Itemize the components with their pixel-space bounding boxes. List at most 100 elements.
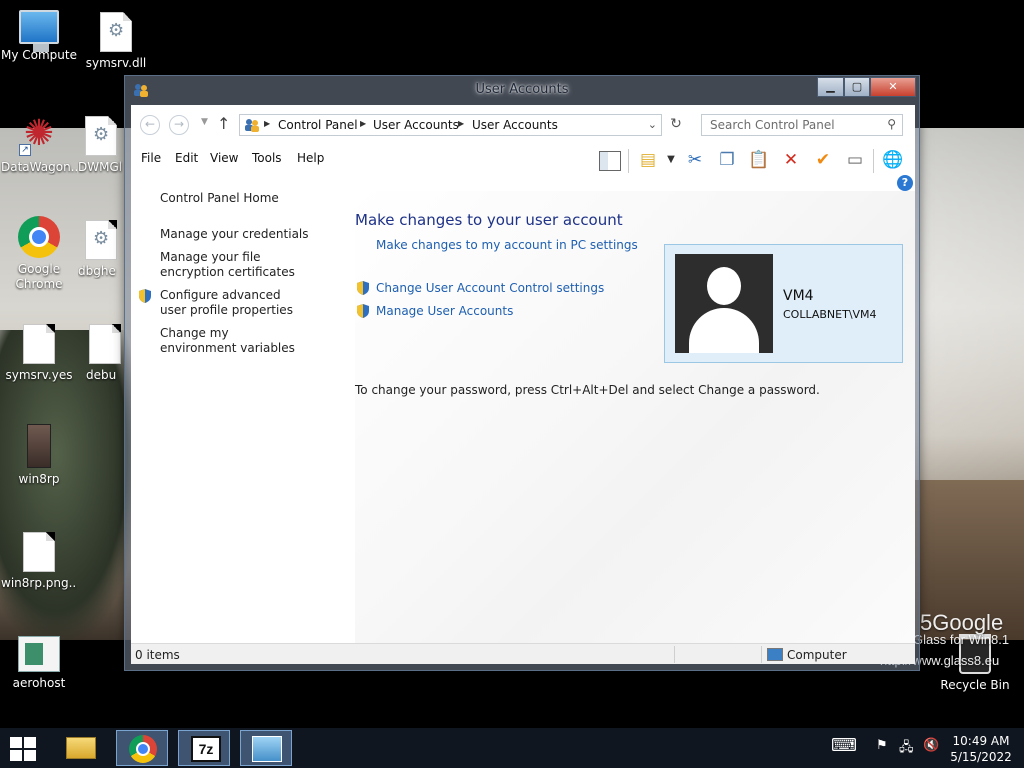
manage-credentials-link[interactable]: Manage your credentials: [160, 227, 340, 242]
page-title: Make changes to your user account: [355, 211, 623, 229]
layout-pane-button[interactable]: [599, 151, 621, 171]
taskbar: 7z ⌨ ⚑ 🖧 🔇 10:49 AM 5/15/2022: [0, 728, 1024, 768]
executable-icon: [27, 424, 51, 468]
desktop-icon-label: Recycle Bin: [940, 678, 1010, 692]
cut-icon[interactable]: ✂: [683, 149, 707, 173]
dll-file-icon: [100, 12, 132, 52]
back-button[interactable]: ←: [140, 115, 160, 135]
taskbar-control-panel[interactable]: [240, 730, 292, 766]
chevron-down-icon[interactable]: ⌄: [648, 118, 657, 131]
clock-time: 10:49 AM: [952, 734, 1010, 748]
desktop-icon-label: debu: [86, 368, 117, 382]
file-explorer-icon: [66, 737, 96, 759]
left-navigation-pane: Control Panel Home Manage your credentia…: [131, 191, 355, 643]
forward-button[interactable]: →: [169, 115, 189, 135]
desktop-icon-win8rp[interactable]: win8rp: [1, 424, 77, 487]
desktop-icon-label: aerohost: [12, 676, 66, 690]
speaker-muted-icon[interactable]: 🔇: [923, 738, 939, 753]
action-center-flag-icon[interactable]: ⚑: [876, 738, 888, 753]
desktop-icon-my-computer[interactable]: My Computer: [1, 10, 77, 63]
globe-icon[interactable]: 🌐: [881, 149, 905, 173]
uac-settings-link[interactable]: Change User Account Control settings: [376, 281, 604, 295]
desktop-icon-win8rp-png[interactable]: win8rp.png....: [1, 532, 77, 591]
up-button[interactable]: ↑: [217, 114, 230, 133]
menu-help[interactable]: Help: [297, 151, 324, 165]
breadcrumb-user-accounts[interactable]: User Accounts: [373, 118, 459, 132]
taskbar-file-explorer[interactable]: [54, 730, 106, 766]
avatar: [675, 254, 773, 353]
breadcrumb-separator[interactable]: ▶: [458, 119, 464, 128]
rename-icon[interactable]: ▭: [843, 149, 867, 173]
shortcut-arrow-icon: ↗: [19, 144, 31, 156]
address-bar[interactable]: ▶ Control Panel ▶ User Accounts ▶ User A…: [239, 114, 662, 136]
minimize-button[interactable]: ▁: [817, 77, 844, 97]
search-box[interactable]: Search Control Panel ⚲: [701, 114, 903, 136]
manage-user-accounts-link[interactable]: Manage User Accounts: [376, 304, 513, 318]
copy-icon[interactable]: ❐: [715, 149, 739, 173]
menu-file[interactable]: File: [141, 151, 161, 165]
desktop-icon-label: win8rp: [18, 472, 60, 486]
taskbar-chrome[interactable]: [116, 730, 168, 766]
uac-shield-icon: [355, 403, 371, 419]
windows-logo-tile: [10, 750, 22, 761]
desktop-icon-datawagon[interactable]: ✺ ↗ DataWagon...: [1, 112, 77, 175]
chevron-down-icon[interactable]: ▼: [659, 149, 683, 173]
recent-locations-dropdown[interactable]: ▼: [201, 117, 208, 127]
file-icon: [23, 324, 55, 364]
avatar-body: [689, 308, 759, 353]
start-button[interactable]: [10, 737, 38, 761]
properties-check-icon[interactable]: ✔: [811, 149, 835, 173]
taskbar-7zip[interactable]: 7z: [178, 730, 230, 766]
menu-view[interactable]: View: [210, 151, 238, 165]
advanced-profile-link[interactable]: Configure advanced user profile properti…: [160, 288, 308, 318]
control-panel-icon: [245, 119, 259, 132]
control-panel-home-link[interactable]: Control Panel Home: [160, 191, 340, 206]
menu-tools[interactable]: Tools: [252, 151, 282, 165]
title-bar[interactable]: User Accounts ▁ ▢ ✕: [125, 76, 919, 104]
breadcrumb-user-accounts-current[interactable]: User Accounts: [472, 118, 558, 132]
close-button[interactable]: ✕: [870, 77, 916, 97]
desktop-icon-aerohost[interactable]: aerohost: [1, 636, 77, 691]
desktop-icon-dbghe[interactable]: dbghe: [78, 220, 124, 279]
desktop-icon-symsrv-yes[interactable]: symsrv.yes: [1, 324, 77, 383]
desktop-icon-dwmgl[interactable]: DWMGl: [78, 116, 124, 175]
search-input[interactable]: Search Control Panel: [710, 118, 835, 132]
desktop-icon-label: win8rp.png....: [1, 576, 77, 590]
navigation-bar: ← → ▼ ↑ ▶ Control Panel ▶ User Accounts …: [131, 105, 915, 143]
toolbar-separator: [628, 149, 629, 173]
menu-edit[interactable]: Edit: [175, 151, 198, 165]
window-title: User Accounts: [475, 82, 569, 97]
desktop-icon-label: Google Chrome: [15, 262, 63, 291]
search-icon[interactable]: ⚲: [887, 117, 896, 131]
status-bar: 0 items Computer: [131, 643, 915, 664]
delete-icon[interactable]: ✕: [779, 149, 803, 173]
breadcrumb-control-panel[interactable]: Control Panel: [278, 118, 358, 132]
desktop-icon-label: DataWagon...: [1, 160, 77, 174]
desktop-icon-label: dbghe: [78, 264, 116, 278]
breadcrumb-separator[interactable]: ▶: [360, 119, 366, 128]
network-icon[interactable]: 🖧: [899, 738, 914, 760]
computer-icon: [19, 10, 59, 52]
chrome-icon: [129, 735, 157, 763]
aerohost-icon: [18, 636, 60, 672]
desktop-icon-symsrv-dll[interactable]: symsrv.dll: [78, 12, 154, 71]
system-clock[interactable]: 10:49 AM 5/15/2022: [946, 733, 1016, 765]
maximize-button[interactable]: ▢: [844, 77, 870, 97]
paste-icon[interactable]: 📋: [747, 149, 771, 173]
desktop-icon-google-chrome[interactable]: Google Chrome: [1, 216, 77, 292]
status-divider: [761, 646, 762, 663]
folder-options-icon[interactable]: ▤: [636, 149, 660, 173]
keyboard-icon[interactable]: ⌨: [831, 735, 857, 756]
refresh-button[interactable]: ↻: [666, 114, 686, 136]
breadcrumb-separator[interactable]: ▶: [264, 119, 270, 128]
pc-settings-link[interactable]: Make changes to my account in PC setting…: [376, 238, 638, 252]
status-location: Computer: [787, 648, 847, 662]
file-encryption-link[interactable]: Manage your file encryption certificates: [160, 250, 318, 280]
help-icon[interactable]: ?: [897, 175, 913, 191]
desktop-icon-label: symsrv.dll: [85, 56, 147, 70]
environment-variables-link[interactable]: Change my environment variables: [160, 326, 308, 356]
file-icon: [89, 324, 121, 364]
desktop-icon-label: DWMGl: [78, 160, 123, 174]
desktop-icon-debu[interactable]: debu: [86, 324, 124, 383]
desktop-icon-label: symsrv.yes: [5, 368, 73, 382]
